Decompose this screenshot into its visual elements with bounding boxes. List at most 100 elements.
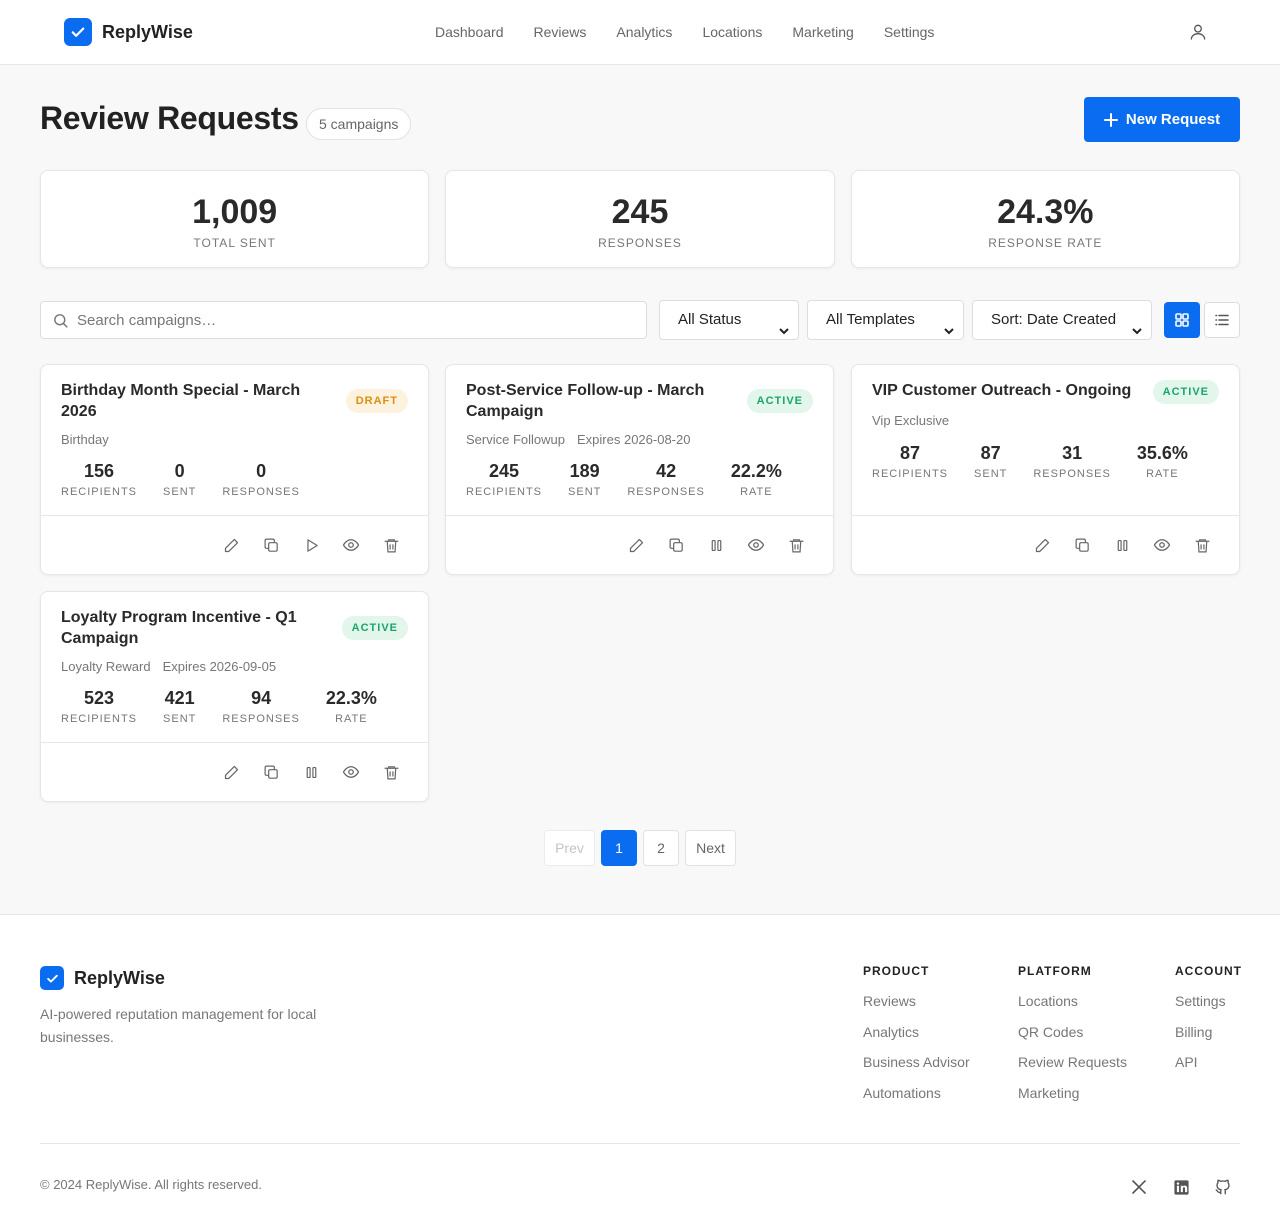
metric-label: RESPONSES bbox=[222, 713, 300, 725]
nav-item-settings[interactable]: Settings bbox=[884, 24, 935, 40]
metric-recipients: 156 RECIPIENTS bbox=[61, 461, 137, 498]
card-actions bbox=[852, 515, 1239, 574]
next-page-button[interactable]: Next bbox=[685, 830, 736, 866]
footer-link[interactable]: Analytics bbox=[863, 1024, 970, 1055]
pause-icon[interactable] bbox=[1112, 535, 1132, 555]
page-2-button[interactable]: 2 bbox=[643, 830, 679, 866]
footer-column-account: ACCOUNT Settings Billing API bbox=[1175, 964, 1242, 1085]
status-filter-select[interactable]: All Status bbox=[659, 300, 799, 340]
metric-value: 22.2% bbox=[730, 461, 782, 481]
metric-value: 35.6% bbox=[1136, 443, 1188, 463]
metric-recipients: 523 RECIPIENTS bbox=[61, 688, 137, 725]
template-filter-value: All Templates bbox=[826, 311, 915, 328]
footer-link[interactable]: Review Requests bbox=[1018, 1054, 1127, 1085]
metric-label: RECIPIENTS bbox=[61, 713, 138, 725]
footer-link[interactable]: Billing bbox=[1175, 1024, 1242, 1055]
nav-item-reviews[interactable]: Reviews bbox=[534, 24, 587, 40]
metric-rate: 22.3% RATE bbox=[326, 688, 377, 725]
footer-link[interactable]: Marketing bbox=[1018, 1085, 1127, 1116]
metric-value: 22.3% bbox=[325, 688, 377, 708]
sort-select[interactable]: Sort: Date Created bbox=[972, 300, 1152, 340]
campaign-meta: Loyalty Reward Expires 2026-09-05 bbox=[61, 659, 276, 674]
trash-icon[interactable] bbox=[381, 535, 401, 555]
metric-label: SENT bbox=[974, 468, 1008, 480]
campaign-title[interactable]: VIP Customer Outreach - Ongoing bbox=[872, 380, 1142, 401]
eye-icon[interactable] bbox=[341, 535, 361, 555]
trash-icon[interactable] bbox=[1192, 535, 1212, 555]
metric-rate: 35.6% RATE bbox=[1137, 443, 1188, 480]
metric-value: 0 bbox=[256, 461, 267, 481]
pause-icon[interactable] bbox=[706, 535, 726, 555]
duplicate-icon[interactable] bbox=[1072, 535, 1092, 555]
edit-icon[interactable] bbox=[221, 535, 241, 555]
metric-sent: 87 SENT bbox=[974, 443, 1007, 480]
metric-label: SENT bbox=[163, 486, 197, 498]
user-icon[interactable] bbox=[1186, 20, 1210, 44]
footer-brand[interactable]: ReplyWise bbox=[40, 966, 165, 990]
footer-link[interactable]: Automations bbox=[863, 1085, 970, 1116]
footer-link[interactable]: API bbox=[1175, 1054, 1242, 1085]
pause-icon[interactable] bbox=[301, 762, 321, 782]
metric-value: 156 bbox=[83, 461, 115, 481]
metric-sent: 189 SENT bbox=[568, 461, 601, 498]
new-request-button[interactable]: New Request bbox=[1084, 97, 1240, 142]
footer-link[interactable]: QR Codes bbox=[1018, 1024, 1127, 1055]
nav-item-dashboard[interactable]: Dashboard bbox=[435, 24, 504, 40]
metric-label: RECIPIENTS bbox=[61, 486, 138, 498]
campaign-title[interactable]: Birthday Month Special - March 2026 bbox=[61, 380, 331, 422]
search-input[interactable] bbox=[77, 302, 637, 338]
stat-label: RESPONSES bbox=[598, 236, 682, 250]
check-logo-icon bbox=[40, 966, 64, 990]
duplicate-icon[interactable] bbox=[261, 762, 281, 782]
footer-link[interactable]: Settings bbox=[1175, 993, 1242, 1024]
campaign-metrics: 523 RECIPIENTS 421 SENT 94 RESPONSES 22.3% R… bbox=[61, 688, 377, 725]
page-1-button[interactable]: 1 bbox=[601, 830, 637, 866]
linkedin-icon[interactable] bbox=[1171, 1177, 1191, 1197]
chevron-down-icon bbox=[778, 314, 790, 352]
github-icon[interactable] bbox=[1213, 1177, 1233, 1197]
grid-view-button[interactable] bbox=[1164, 302, 1200, 338]
prev-page-button[interactable]: Prev bbox=[544, 830, 595, 866]
eye-icon[interactable] bbox=[746, 535, 766, 555]
edit-icon[interactable] bbox=[1032, 535, 1052, 555]
footer-link[interactable]: Business Advisor bbox=[863, 1054, 970, 1085]
footer-tagline: AI-powered reputation management for loc… bbox=[40, 1006, 317, 1045]
stats-row: 1,009 TOTAL SENT 245 RESPONSES 24.3% RES… bbox=[40, 170, 1240, 268]
footer-heading: ACCOUNT bbox=[1175, 964, 1242, 978]
metric-recipients: 87 RECIPIENTS bbox=[872, 443, 948, 480]
template-filter-select[interactable]: All Templates bbox=[807, 300, 964, 340]
eye-icon[interactable] bbox=[1152, 535, 1172, 555]
footer-link[interactable]: Reviews bbox=[863, 993, 970, 1024]
eye-icon[interactable] bbox=[341, 762, 361, 782]
nav-item-analytics[interactable]: Analytics bbox=[616, 24, 672, 40]
footer-divider bbox=[40, 1143, 1240, 1144]
main-nav: Dashboard Reviews Analytics Locations Ma… bbox=[435, 24, 934, 40]
campaign-card: Post-Service Follow-up - March Campaign … bbox=[445, 364, 834, 575]
campaign-meta: Birthday bbox=[61, 432, 109, 447]
metric-label: RATE bbox=[740, 486, 773, 498]
campaign-title[interactable]: Loyalty Program Incentive - Q1 Campaign bbox=[61, 607, 331, 649]
metric-label: RESPONSES bbox=[1033, 468, 1111, 480]
list-view-button[interactable] bbox=[1204, 302, 1240, 338]
status-badge: ACTIVE bbox=[1152, 380, 1219, 404]
status-filter-value: All Status bbox=[678, 311, 742, 328]
edit-icon[interactable] bbox=[626, 535, 646, 555]
trash-icon[interactable] bbox=[381, 762, 401, 782]
brand[interactable]: ReplyWise bbox=[64, 18, 193, 46]
filter-toolbar: All Status All Templates Sort: Date Crea… bbox=[40, 300, 1240, 340]
footer-link[interactable]: Locations bbox=[1018, 993, 1127, 1024]
footer-brand-name: ReplyWise bbox=[74, 967, 165, 988]
duplicate-icon[interactable] bbox=[666, 535, 686, 555]
campaign-metrics: 245 RECIPIENTS 189 SENT 42 RESPONSES 22.2% R… bbox=[466, 461, 782, 498]
duplicate-icon[interactable] bbox=[261, 535, 281, 555]
trash-icon[interactable] bbox=[786, 535, 806, 555]
x-icon[interactable] bbox=[1129, 1177, 1149, 1197]
play-icon[interactable] bbox=[301, 535, 321, 555]
campaign-title[interactable]: Post-Service Follow-up - March Campaign bbox=[466, 380, 736, 422]
metric-label: SENT bbox=[163, 713, 197, 725]
list-icon bbox=[1215, 314, 1229, 326]
footer-heading: PRODUCT bbox=[863, 964, 930, 978]
edit-icon[interactable] bbox=[221, 762, 241, 782]
nav-item-locations[interactable]: Locations bbox=[702, 24, 762, 40]
nav-item-marketing[interactable]: Marketing bbox=[792, 24, 853, 40]
